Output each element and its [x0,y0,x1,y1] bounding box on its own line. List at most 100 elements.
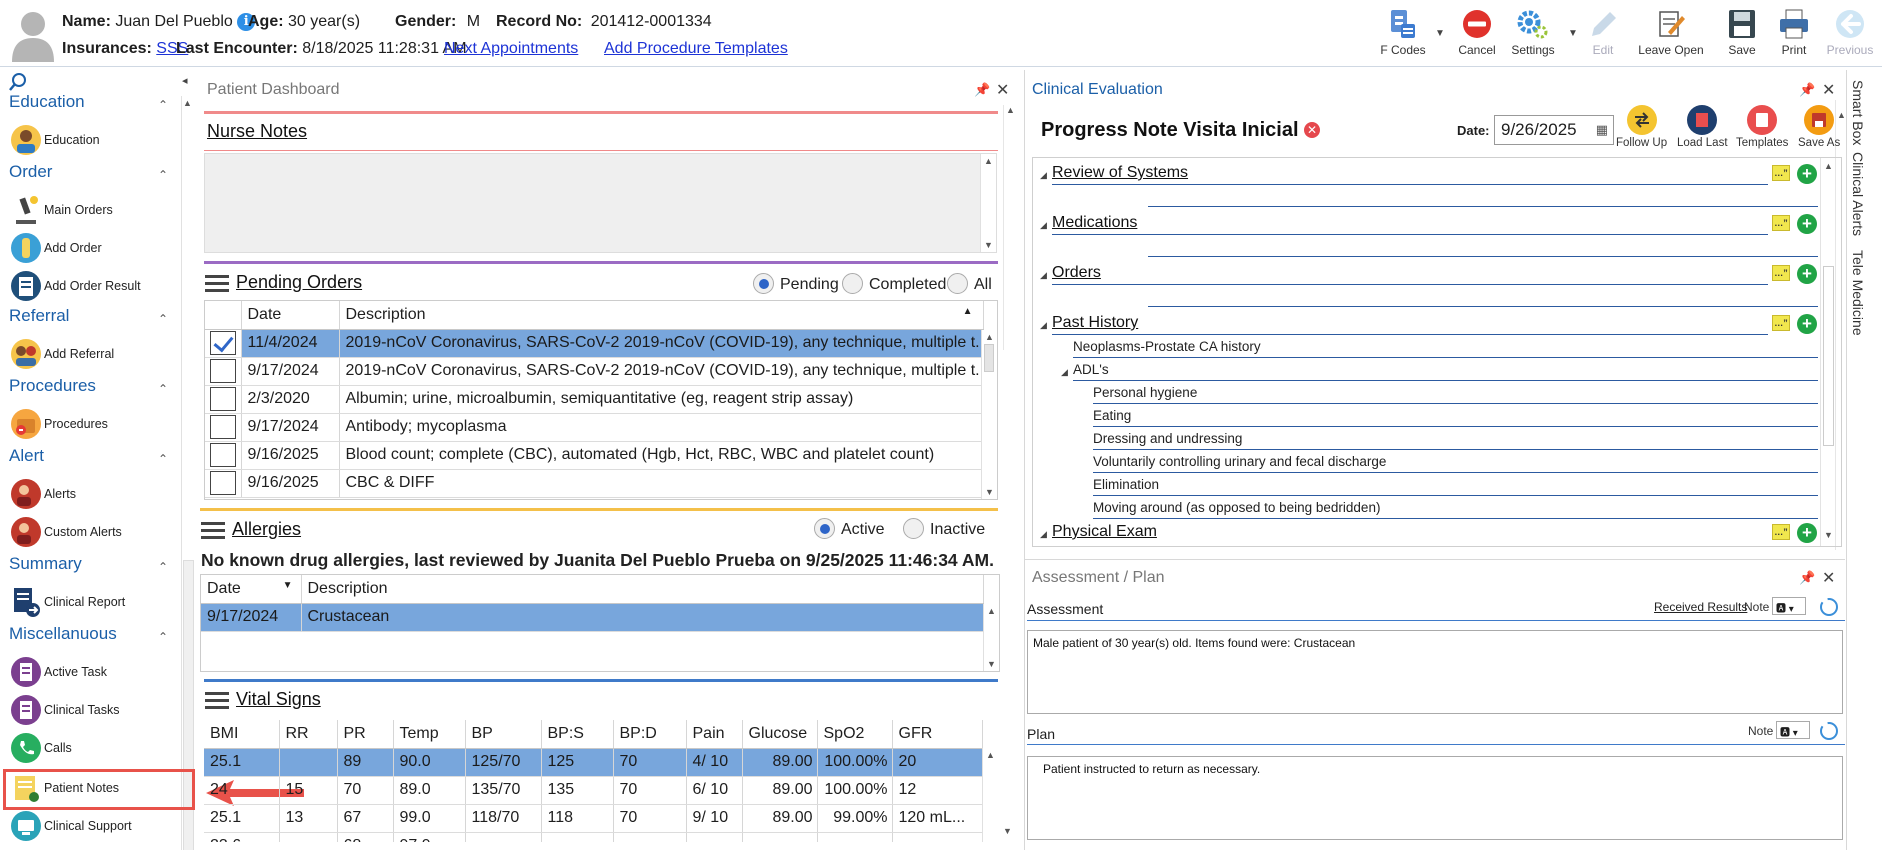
nav-add-order[interactable]: Add Order [8,232,184,264]
fcodes-button[interactable]: F Codes [1378,6,1428,64]
filter-all-radio[interactable]: All [947,273,992,294]
vital-column-header[interactable]: BMI [204,720,280,749]
table-row[interactable]: 2/3/2020 Albumin; urine, microalbumin, s… [205,385,984,414]
print-button[interactable]: Print [1772,6,1816,64]
allergies-scrollbar[interactable]: ▲ ▼ [983,604,999,671]
templates-button[interactable]: Templates [1736,105,1788,149]
cancel-button[interactable]: Cancel [1452,6,1502,64]
vital-signs-menu-icon[interactable] [205,692,229,710]
chevron-up-icon[interactable]: ⌃ [158,168,168,182]
close-icon[interactable]: ✕ [996,80,1009,100]
pin-icon[interactable]: 📌 [1799,82,1815,98]
smart-box-tab[interactable]: Smart Box [1850,80,1866,145]
quote-icon[interactable]: …” [1772,265,1790,281]
vital-column-header[interactable]: SpO2 [817,720,893,749]
section-referral[interactable]: Referral [9,306,69,326]
tree-adls[interactable]: ADL's [1073,362,1109,377]
pin-icon[interactable]: 📌 [1799,570,1815,586]
tree-adl-item[interactable]: Elimination [1093,477,1159,492]
add-icon[interactable]: + [1797,264,1817,284]
chevron-up-icon[interactable]: ⌃ [158,452,168,466]
add-icon[interactable]: + [1797,164,1817,184]
next-appointments-link[interactable]: Next Appointments [444,40,578,57]
close-icon[interactable]: ✕ [1822,80,1835,100]
tree-orders[interactable]: Orders [1052,264,1101,282]
received-results-link[interactable]: Received Results [1654,600,1747,614]
section-miscellanuous[interactable]: Miscellanuous [9,624,117,644]
chevron-up-icon[interactable]: ⌃ [158,312,168,326]
row-checkbox[interactable] [209,331,236,355]
pending-orders-scrollbar[interactable]: ▲ ▼ [981,330,997,499]
nav-add-referral[interactable]: Add Referral [8,338,184,370]
tree-neoplasms[interactable]: Neoplasms-Prostate CA history [1073,339,1261,354]
edit-button[interactable]: Edit [1580,6,1626,64]
close-icon[interactable]: ✕ [1822,568,1835,588]
vital-column-header[interactable]: BP:S [541,720,614,749]
description-column-header[interactable]: Description ▲ [339,301,984,330]
tree-past-history[interactable]: Past History [1052,314,1138,332]
tree-adl-item[interactable]: Dressing and undressing [1093,431,1242,446]
refresh-icon[interactable] [1818,596,1840,618]
remove-note-icon[interactable]: ✕ [1304,122,1321,138]
collapse-sidebar-icon[interactable]: ◂ [182,74,188,87]
chevron-up-icon[interactable]: ⌃ [158,382,168,396]
chevron-up-icon[interactable]: ⌃ [158,560,168,574]
save-button[interactable]: Save [1720,6,1764,64]
tree-adl-item[interactable]: Personal hygiene [1093,385,1197,400]
pending-orders-menu-icon[interactable] [205,275,229,293]
expand-icon[interactable]: ◢ [1040,529,1047,540]
load-last-button[interactable]: Load Last [1677,105,1728,149]
description-column-header[interactable]: Description [301,575,984,604]
section-education[interactable]: Education [9,92,85,112]
pin-icon[interactable]: 📌 [974,82,990,98]
table-row[interactable]: 9/17/2024 Crustacean [201,603,984,632]
allergies-menu-icon[interactable] [201,522,225,540]
tree-medications[interactable]: Medications [1052,214,1137,232]
tree-review-of-systems[interactable]: Review of Systems [1052,164,1188,182]
table-row[interactable]: 9/17/2024 2019-nCoV Coronavirus, SARS-Co… [205,357,984,386]
table-row[interactable]: 24 15 70 89.0 135/70 135 70 6/ 10 89.00 100.00% 12 [204,776,983,805]
scroll-thumb[interactable] [984,344,994,372]
nav-alerts[interactable]: Alerts [8,478,184,510]
chevron-up-icon[interactable]: ⌃ [158,630,168,644]
dashboard-scrollbar[interactable]: ▲ [1003,105,1017,350]
follow-up-button[interactable]: Follow Up [1616,105,1667,149]
nav-calls[interactable]: Calls [8,732,184,764]
plan-textarea[interactable]: Patient instructed to return as necessar… [1027,756,1843,840]
nav-clinical-tasks[interactable]: Clinical Tasks [8,694,184,726]
table-row[interactable]: 9/16/2025 CBC & DIFF [205,469,984,498]
nav-clinical-report[interactable]: Clinical Report [8,586,184,618]
tele-medicine-tab[interactable]: Tele Medicine [1850,250,1866,336]
table-row[interactable]: 9/17/2024 Antibody; mycoplasma [205,413,984,442]
vital-column-header[interactable]: Temp [393,720,466,749]
filter-pending-radio[interactable]: Pending [753,273,839,294]
quote-icon[interactable]: …” [1772,215,1790,231]
tree-scroll-thumb[interactable] [1823,266,1834,446]
filter-inactive-radio[interactable]: Inactive [903,518,985,539]
chevron-up-icon[interactable]: ⌃ [158,98,168,112]
add-procedure-templates-link[interactable]: Add Procedure Templates [604,40,788,57]
vital-column-header[interactable]: Glucose [742,720,818,749]
table-row[interactable]: 23.6 6897.9 [204,832,983,842]
row-checkbox[interactable] [209,387,236,411]
expand-icon[interactable]: ◢ [1040,220,1047,231]
add-icon[interactable]: + [1797,523,1817,543]
add-icon[interactable]: + [1797,314,1817,334]
table-row[interactable]: 25.1 13 67 99.0 118/70 118 70 9/ 10 89.00 99.00% 1… [204,804,983,833]
nav-main-orders[interactable]: Main Orders [8,194,184,226]
previous-button[interactable]: Previous [1823,6,1877,64]
calendar-icon[interactable]: ▦ [1596,122,1608,138]
vital-signs-scrollbar[interactable]: ▲ [982,748,998,842]
nav-custom-alerts[interactable]: Custom Alerts [8,516,184,548]
vital-column-header[interactable]: GFR [892,720,983,749]
section-alert[interactable]: Alert [9,446,44,466]
nav-education[interactable]: Education [8,124,184,156]
tree-adl-item[interactable]: Eating [1093,408,1131,423]
plan-format-dropdown[interactable]: 🅰 ▾ [1776,721,1810,739]
table-row[interactable]: 9/16/2025 Blood count; complete (CBC), a… [205,441,984,470]
section-summary[interactable]: Summary [9,554,82,574]
vital-column-header[interactable]: BP [465,720,542,749]
expand-icon[interactable]: ◢ [1040,270,1047,281]
date-column-header[interactable]: Date ▼ [201,575,302,604]
nav-clinical-support[interactable]: Clinical Support [8,810,184,842]
